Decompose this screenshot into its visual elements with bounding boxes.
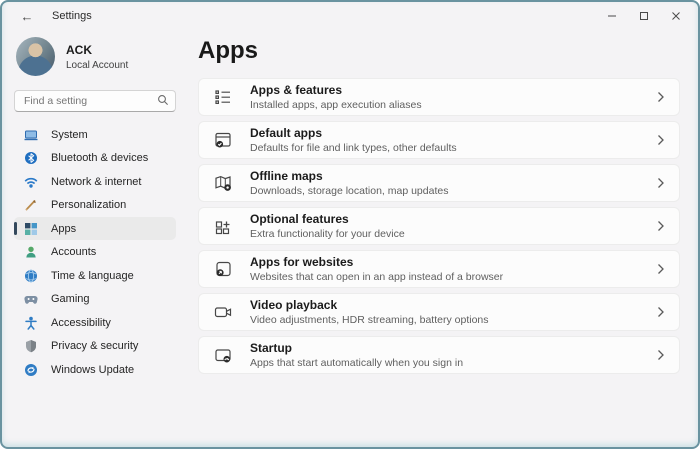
sidebar-item-label: Bluetooth & devices [51, 152, 149, 164]
user-account-type: Local Account [66, 59, 129, 71]
sidebar-item-label: Accessibility [51, 316, 111, 329]
close-icon [672, 12, 680, 20]
card-title: Startup [250, 340, 292, 355]
gaming-icon [24, 292, 38, 306]
sidebar-item-accounts[interactable]: Accounts [14, 241, 176, 264]
search-box [14, 90, 176, 112]
sidebar-item-label: System [51, 128, 88, 141]
card-subtitle: Extra functionality for your device [250, 227, 405, 240]
window-controls [596, 2, 692, 30]
time-language-icon [24, 269, 38, 283]
apps-websites-icon [213, 259, 233, 279]
chevron-right-icon [657, 263, 665, 275]
sidebar-item-privacy-security[interactable]: Privacy & security [14, 335, 176, 358]
network-icon [24, 175, 38, 189]
default-apps-icon [213, 130, 233, 150]
sidebar-item-label: Time & language [51, 269, 134, 282]
main-content: Apps Apps & features Installed apps, app… [188, 30, 698, 447]
privacy-shield-icon [24, 339, 38, 353]
card-subtitle: Defaults for file and link types, other … [250, 141, 457, 154]
card-offline-maps[interactable]: Offline maps Downloads, storage location… [198, 164, 680, 202]
card-title: Video playback [250, 297, 338, 312]
user-name: ACK [66, 42, 92, 57]
card-title: Apps & features [250, 82, 343, 97]
search-icon [158, 95, 168, 105]
sidebar-item-system[interactable]: System [14, 123, 176, 146]
back-arrow-icon: ← [20, 8, 34, 24]
sidebar: ACK Local Account System [2, 30, 188, 447]
card-title: Optional features [250, 211, 349, 226]
maximize-icon [640, 12, 648, 20]
card-startup[interactable]: Startup Apps that start automatically wh… [198, 336, 680, 374]
sidebar-item-label: Privacy & security [51, 340, 139, 352]
card-subtitle: Downloads, storage location, map updates [250, 184, 449, 197]
apps-features-icon [213, 87, 233, 107]
user-account[interactable]: ACK Local Account [16, 37, 176, 76]
accessibility-icon [24, 316, 38, 330]
search-input[interactable] [14, 90, 176, 112]
personalization-icon [24, 198, 38, 212]
settings-cards: Apps & features Installed apps, app exec… [198, 78, 680, 374]
sidebar-item-label: Accounts [51, 246, 97, 258]
accounts-icon [24, 245, 38, 259]
card-subtitle: Apps that start automatically when you s… [250, 356, 464, 369]
sidebar-item-label: Gaming [51, 293, 90, 305]
startup-icon [213, 345, 233, 365]
system-icon [24, 128, 38, 142]
minimize-icon [608, 15, 616, 17]
card-title: Offline maps [250, 168, 323, 183]
chevron-right-icon [657, 220, 665, 232]
settings-window: ← Settings ACK Local Account Find a sett… [0, 0, 700, 449]
sidebar-item-label: Network & internet [51, 175, 142, 188]
optional-features-icon [213, 216, 233, 236]
window-title: Settings [52, 10, 92, 22]
chevron-right-icon [657, 91, 665, 103]
sidebar-item-apps[interactable]: Apps [14, 217, 176, 240]
close-button[interactable] [660, 2, 692, 30]
sidebar-item-label: Apps [51, 222, 77, 235]
card-subtitle: Installed apps, app execution aliases [250, 98, 422, 111]
sidebar-item-bluetooth-devices[interactable]: Bluetooth & devices [14, 147, 176, 170]
card-subtitle: Video adjustments, HDR streaming, batter… [250, 313, 489, 326]
chevron-right-icon [657, 134, 665, 146]
page-title: Apps [198, 37, 258, 64]
video-playback-icon [213, 302, 233, 322]
bluetooth-icon [24, 151, 38, 165]
card-apps-features[interactable]: Apps & features Installed apps, app exec… [198, 78, 680, 116]
titlebar: ← Settings [2, 2, 698, 30]
windows-update-icon [24, 363, 38, 377]
sidebar-item-label: Personalization [51, 199, 127, 211]
maximize-button[interactable] [628, 2, 660, 30]
card-subtitle: Websites that can open in an app instead… [250, 270, 504, 283]
card-title: Apps for websites [250, 254, 354, 269]
user-avatar [16, 37, 55, 76]
card-title: Default apps [250, 125, 323, 140]
chevron-right-icon [657, 306, 665, 318]
back-button[interactable]: ← [16, 7, 38, 25]
apps-icon [24, 222, 38, 236]
sidebar-item-accessibility[interactable]: Accessibility [14, 311, 176, 334]
sidebar-item-gaming[interactable]: Gaming [14, 288, 176, 311]
card-video-playback[interactable]: Video playback Video adjustments, HDR st… [198, 293, 680, 331]
offline-maps-icon [213, 173, 233, 193]
minimize-button[interactable] [596, 2, 628, 30]
chevron-right-icon [657, 349, 665, 361]
sidebar-item-windows-update[interactable]: Windows Update [14, 358, 176, 381]
card-optional-features[interactable]: Optional features Extra functionality fo… [198, 207, 680, 245]
sidebar-item-time-language[interactable]: Time & language [14, 264, 176, 287]
chevron-right-icon [657, 177, 665, 189]
sidebar-item-label: Windows Update [51, 363, 135, 376]
card-apps-for-websites[interactable]: Apps for websites Websites that can open… [198, 250, 680, 288]
sidebar-nav: System Bluetooth & devices Network & int… [14, 123, 176, 381]
sidebar-item-network-internet[interactable]: Network & internet [14, 170, 176, 193]
card-default-apps[interactable]: Default apps Defaults for file and link … [198, 121, 680, 159]
sidebar-item-personalization[interactable]: Personalization [14, 194, 176, 217]
